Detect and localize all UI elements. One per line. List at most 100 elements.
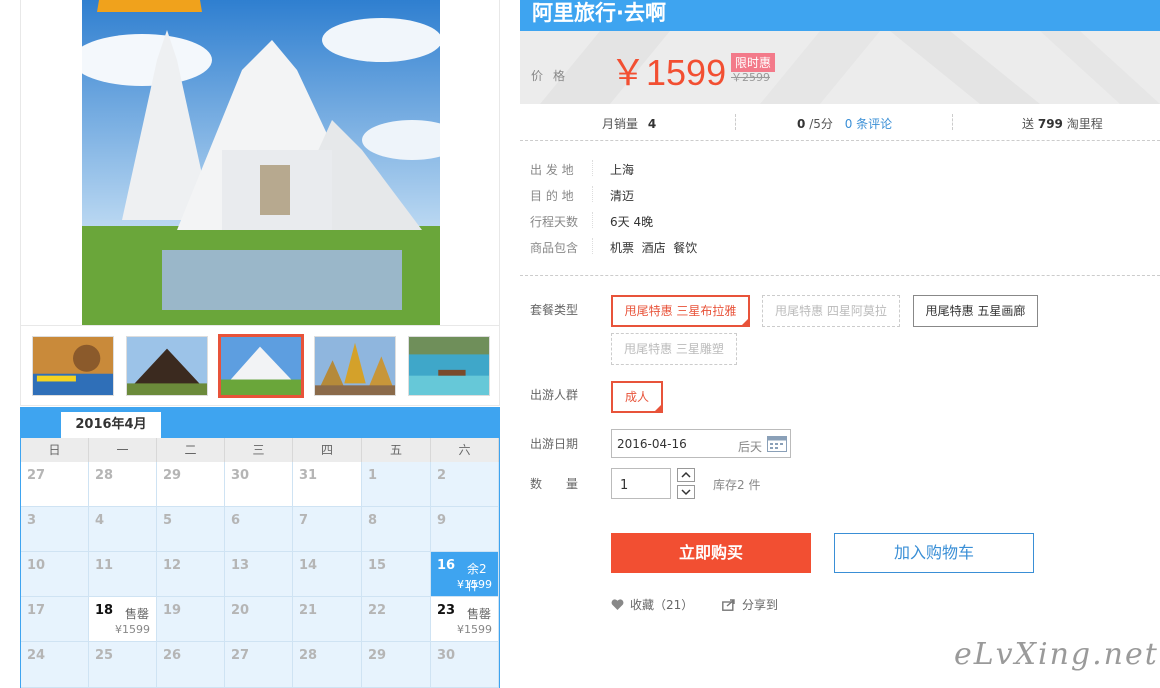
calendar-day[interactable]: 30	[225, 462, 293, 507]
calendar-day[interactable]: 26	[157, 642, 225, 688]
reviews-link[interactable]: 0 条评论	[845, 117, 892, 131]
calendar-day-number: 15	[368, 558, 387, 573]
share-label: 分享到	[742, 598, 779, 612]
thumbnail-3[interactable]	[218, 334, 304, 398]
calendar-day-number: 27	[27, 468, 46, 483]
calendar-day-number: 13	[231, 558, 250, 573]
main-product-image[interactable]	[82, 0, 440, 325]
calendar-day[interactable]: 20	[225, 597, 293, 642]
calendar-day[interactable]: 31	[293, 462, 362, 507]
travel-date-hint: 后天	[738, 440, 763, 454]
calendar-day[interactable]: 24	[21, 642, 89, 688]
add-to-cart-button[interactable]: 加入购物车	[834, 533, 1034, 573]
calendar-day[interactable]: 29	[157, 462, 225, 507]
calendar-day[interactable]: 11	[89, 552, 157, 597]
calendar-day[interactable]: 27	[225, 642, 293, 688]
calendar-day[interactable]: 18 售罄 ¥1599	[89, 597, 157, 642]
thumbnail-4[interactable]	[314, 336, 396, 396]
calendar-day-number: 29	[163, 468, 182, 483]
traveler-option-label: 成人	[624, 390, 649, 404]
calendar-day-number: 10	[27, 558, 46, 573]
calendar-day-number: 24	[27, 648, 46, 663]
calendar-day-number: 9	[437, 513, 447, 528]
title-bar: 阿里旅行·去啊	[520, 0, 1160, 31]
buy-now-button[interactable]: 立即购买	[611, 533, 811, 573]
package-option-label: 甩尾特惠 四星阿莫拉	[775, 304, 887, 318]
selected-check-icon	[740, 317, 750, 327]
selected-check-icon	[653, 403, 663, 413]
package-option-label: 甩尾特惠 三星布拉雅	[624, 304, 737, 318]
calendar-day[interactable]: 21	[293, 597, 362, 642]
calendar-day-number: 11	[95, 558, 114, 573]
calendar-day[interactable]: 17	[21, 597, 89, 642]
original-price: ￥2599	[731, 71, 770, 84]
quantity-increase-button[interactable]	[677, 468, 695, 482]
calendar-day[interactable]: 12	[157, 552, 225, 597]
calendar-day[interactable]: 2	[431, 462, 499, 507]
calendar-day[interactable]: 7	[293, 507, 362, 552]
info-divider	[592, 238, 593, 254]
traveler-option-adult[interactable]: 成人	[611, 381, 663, 413]
info-label: 目 的 地	[530, 189, 574, 203]
calendar-day-number: 16	[437, 558, 456, 573]
calendar-day[interactable]: 25	[89, 642, 157, 688]
current-price: ￥1599	[610, 52, 727, 93]
package-option-2[interactable]: 甩尾特惠 四星阿莫拉	[762, 295, 900, 327]
calendar-day[interactable]: 28	[293, 642, 362, 688]
calendar-weekday: 二	[157, 438, 225, 462]
product-title: 阿里旅行·去啊	[532, 1, 666, 25]
package-option-label: 甩尾特惠 三星雕塑	[624, 342, 724, 356]
favorite-button[interactable]: 收藏（21）	[611, 596, 693, 614]
calendar-day[interactable]: 30	[431, 642, 499, 688]
calendar-day[interactable]: 3	[21, 507, 89, 552]
quantity-input[interactable]: 1	[611, 468, 671, 499]
calendar-day-number: 27	[231, 648, 250, 663]
calendar-day[interactable]: 27	[21, 462, 89, 507]
info-label: 行程天数	[530, 215, 579, 229]
travel-date-input[interactable]: 2016-04-16 后天	[611, 429, 791, 458]
travel-date-value: 2016-04-16	[617, 437, 687, 451]
calendar-day-price: ¥1599	[457, 578, 492, 591]
stats-divider	[735, 114, 736, 130]
calendar-day[interactable]: 4	[89, 507, 157, 552]
calendar-day-number: 19	[163, 603, 182, 618]
quantity-decrease-button[interactable]	[677, 485, 695, 499]
calendar-day[interactable]: 8	[362, 507, 431, 552]
package-option-4[interactable]: 甩尾特惠 三星雕塑	[611, 333, 737, 365]
calendar-day[interactable]: 13	[225, 552, 293, 597]
info-value: 清迈	[610, 189, 635, 203]
calendar-day[interactable]: 10	[21, 552, 89, 597]
calendar-day[interactable]: 22	[362, 597, 431, 642]
main-image-frame	[20, 0, 500, 326]
calendar-day-number: 2	[437, 468, 447, 483]
thumbnail-2[interactable]	[126, 336, 208, 396]
calendar-day-number: 8	[368, 513, 378, 528]
calendar-day[interactable]: 6	[225, 507, 293, 552]
calendar-weekday: 五	[362, 438, 431, 462]
calendar-day[interactable]: 23 售罄 ¥1599	[431, 597, 499, 642]
calendar-day[interactable]: 15	[362, 552, 431, 597]
price-calendar: 2016年4月 日一二三四五六 27 28 29 30 31 1 2 3 4 5 6 7 8 9 10 11 1…	[20, 407, 500, 688]
monthly-sales-value: 4	[647, 117, 657, 131]
package-label: 套餐类型	[530, 303, 579, 317]
calendar-month-tab[interactable]: 2016年4月	[61, 412, 161, 439]
calendar-day[interactable]: 28	[89, 462, 157, 507]
calendar-icon[interactable]	[767, 436, 787, 452]
calendar-day-number: 4	[95, 513, 105, 528]
package-option-3[interactable]: 甩尾特惠 五星画廊	[913, 295, 1038, 327]
points-value: 799	[1037, 117, 1063, 131]
thumbnail-1[interactable]	[32, 336, 114, 396]
calendar-day[interactable]: 14	[293, 552, 362, 597]
package-option-1[interactable]: 甩尾特惠 三星布拉雅	[611, 295, 750, 327]
calendar-day-number: 1	[368, 468, 378, 483]
share-button[interactable]: 分享到	[722, 596, 778, 614]
calendar-day[interactable]: 9	[431, 507, 499, 552]
calendar-day[interactable]: 29	[362, 642, 431, 688]
thumbnail-5[interactable]	[408, 336, 490, 396]
calendar-day[interactable]: 1	[362, 462, 431, 507]
rating: 0 /5分 0 条评论	[797, 115, 892, 132]
calendar-day[interactable]: 19	[157, 597, 225, 642]
calendar-day-number: 29	[368, 648, 387, 663]
calendar-day[interactable]: 5	[157, 507, 225, 552]
calendar-day[interactable]: 16 余2件 ¥1599	[431, 552, 499, 597]
